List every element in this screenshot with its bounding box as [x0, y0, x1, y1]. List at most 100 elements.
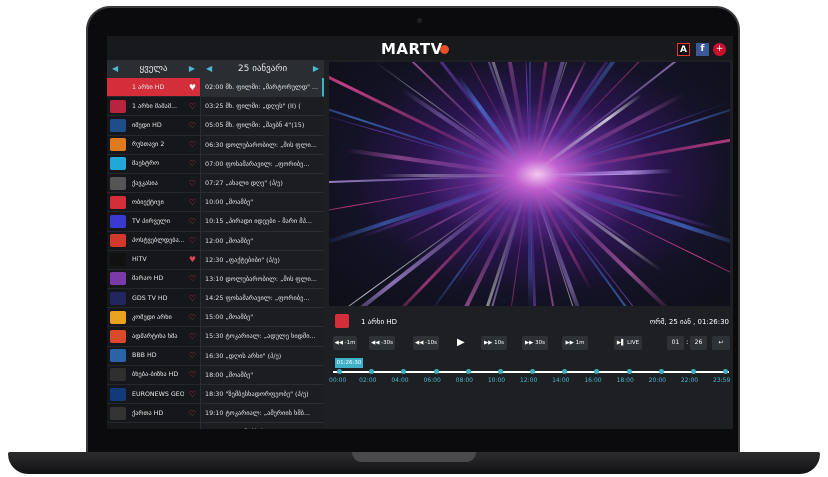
channel-filter-label[interactable]: ყველა — [140, 64, 168, 74]
facebook-icon[interactable]: f — [696, 43, 709, 56]
play-icon[interactable]: ▶ — [457, 337, 465, 348]
time-separator: : — [686, 338, 689, 346]
favorite-heart-icon[interactable]: ♡ — [189, 198, 196, 207]
favorite-heart-icon[interactable]: ♡ — [189, 179, 196, 188]
channel-row[interactable]: TV პირველი ♡ — [107, 212, 200, 232]
timeline-hour-label: 08:00 — [455, 377, 473, 384]
video-player[interactable] — [329, 62, 730, 306]
channel-row[interactable]: კომედი არხი ♡ — [107, 308, 200, 328]
epg-row[interactable]: 12:30 „ფაქტებიბი" (პ/ე) — [201, 251, 324, 270]
channel-row[interactable]: 1 არხი მამამ... ♡ — [107, 97, 200, 117]
channel-name: 1 არხი მამამ... — [132, 102, 178, 110]
timeline-hour-label: 16:00 — [584, 377, 602, 384]
channel-row[interactable]: ადმარტინა ხმა ♡ — [107, 327, 200, 347]
epg-row[interactable]: 10:15 „პირადი იდეები - მარი მპ... — [201, 212, 324, 232]
channel-logo-icon — [110, 349, 126, 363]
forward-10s-button[interactable]: ▶▶ 10s — [481, 336, 507, 350]
rewind-10s-button[interactable]: ◀◀ -10s — [413, 336, 439, 350]
channel-row[interactable]: პოსტვებლდება... ♡ — [107, 232, 200, 251]
channel-name: TV პირველი — [132, 217, 171, 225]
channel-row[interactable]: მარაო HD ♡ — [107, 270, 200, 290]
favorite-heart-icon[interactable]: ♡ — [189, 121, 196, 130]
favorite-heart-icon[interactable]: ♡ — [189, 332, 196, 341]
channel-logo-icon — [110, 330, 126, 344]
favorite-heart-icon[interactable]: ♡ — [189, 390, 196, 399]
channel-row[interactable]: რუსთავი 2 ♡ — [107, 136, 200, 155]
channel-name: ბნება-ბიზნა HD — [132, 371, 179, 379]
favorite-heart-icon[interactable]: ♡ — [189, 140, 196, 149]
martv-logo[interactable]: MARTV — [381, 40, 443, 58]
epg-row[interactable]: 06:30 დოლუბარობილ: „მის ფლი... — [201, 136, 324, 155]
channel-logo-icon — [110, 80, 126, 94]
channel-row[interactable]: BBB HD ♡ — [107, 347, 200, 366]
epg-row[interactable]: 07:00 ფოსამარავილ: „ფორიბე... — [201, 155, 324, 174]
favorite-heart-icon[interactable]: ♡ — [189, 236, 196, 245]
hour-input[interactable]: 01 — [667, 336, 684, 350]
epg-row[interactable]: 02:00 მხ. ფილმი: „მარტორულდ" ... — [201, 78, 324, 98]
epg-row[interactable]: 19:55 „ფილმიპბიბე" — [201, 423, 324, 429]
epg-row[interactable]: 18:00 „მოამბე" — [201, 366, 324, 385]
epg-row[interactable]: 07:27 „ახალი დღე" (პ/ე) — [201, 174, 324, 194]
timeline-tick — [658, 369, 664, 374]
channel-row[interactable]: EURONEWS GEO... ♡ — [107, 385, 200, 405]
channel-logo-icon — [110, 310, 126, 324]
epg-row[interactable]: 13:10 დოლუბარობილ: „მის ფლი... — [201, 270, 324, 290]
favorite-heart-icon[interactable]: ♡ — [189, 409, 196, 418]
favorite-heart-icon[interactable]: ♡ — [189, 294, 196, 303]
favorite-heart-icon[interactable]: ♡ — [189, 217, 196, 226]
epg-row[interactable]: 16:30 „დღის არხი" (პ/ე) — [201, 347, 324, 366]
chevron-right-icon[interactable]: ▶ — [313, 60, 319, 78]
epg-row[interactable]: 19:10 ტოკარიალ: „ამერიის ხმბ... — [201, 404, 324, 424]
favorite-heart-icon[interactable]: ♡ — [189, 274, 196, 283]
channel-logo-icon — [110, 406, 126, 420]
favorite-heart-icon[interactable]: ♥ — [189, 83, 196, 92]
favorite-heart-icon[interactable]: ♡ — [189, 102, 196, 111]
a-icon[interactable]: A — [677, 43, 690, 56]
chevron-left-icon[interactable]: ◀ — [112, 60, 118, 78]
timeline-tick — [690, 369, 696, 374]
epg-row[interactable]: 15:30 ტოკარიალ: „ადულე ხიდმი... — [201, 327, 324, 347]
epg-row[interactable]: 14:25 ფოსამარავილ: „ფორიბე... — [201, 289, 324, 309]
channel-logo-icon — [110, 368, 126, 382]
favorite-heart-icon[interactable]: ♡ — [189, 159, 196, 168]
favorite-heart-icon[interactable]: ♡ — [189, 313, 196, 322]
forward-1m-button[interactable]: ▶▶ 1m — [562, 336, 588, 350]
channel-logo-icon — [110, 253, 126, 267]
epg-row[interactable]: 05:05 მხ. ფილმი: „შავბნ 4"(15) — [201, 116, 324, 136]
channel-row[interactable]: HiTV ♥ — [107, 251, 200, 270]
timeline-hour-label: 23:59 — [713, 377, 731, 384]
favorite-heart-icon[interactable]: ♡ — [189, 370, 196, 379]
timeline-hour-label: 18:00 — [616, 377, 634, 384]
epg-row[interactable]: 10:00 „მოამბე" — [201, 193, 324, 213]
language-flag-icon[interactable]: + — [713, 43, 726, 56]
favorite-heart-icon[interactable]: ♥ — [189, 255, 196, 264]
channel-name: მაესტრო — [132, 160, 160, 168]
channel-row[interactable]: ბნება-ბიზნა HD ♡ — [107, 366, 200, 385]
timeline-tick — [562, 369, 568, 374]
go-back-icon[interactable]: ↩ — [712, 336, 730, 350]
channel-row[interactable]: ქართა HD ♡ — [107, 404, 200, 424]
timeline-hour-label: 14:00 — [552, 377, 570, 384]
rewind-30s-button[interactable]: ◀◀ -30s — [369, 336, 395, 350]
rewind-1m-button[interactable]: ◀◀ -1m — [333, 336, 357, 350]
top-bar: MARTV A f + — [107, 36, 733, 60]
channel-row[interactable]: ობიექტივი ♡ — [107, 193, 200, 213]
chevron-left-icon[interactable]: ◀ — [206, 60, 212, 78]
live-button[interactable]: ▶▌ LIVE — [614, 336, 642, 350]
epg-row[interactable]: 15:00 „მოამბე" — [201, 308, 324, 328]
channel-name: რუსთავი 2 — [132, 141, 165, 149]
forward-30s-button[interactable]: ▶▶ 30s — [522, 336, 548, 350]
timeline[interactable]: 01:26:30 00:00 02:00 04:00 06:00 08:00 10:00 1… — [329, 358, 733, 388]
chevron-right-icon[interactable]: ▶ — [189, 60, 195, 78]
favorite-heart-icon[interactable]: ♡ — [189, 351, 196, 360]
minute-input[interactable]: 26 — [690, 336, 707, 350]
epg-row[interactable]: 18:30 "ზემბესხადორფეობე" (პ/ე) — [201, 385, 324, 405]
epg-row[interactable]: 12:00 „მოამბე" — [201, 232, 324, 251]
channel-row[interactable]: მაესტრო ♡ — [107, 155, 200, 174]
epg-row[interactable]: 03:25 მხ. ფილმი: „დღეს" (II) ( — [201, 97, 324, 117]
now-playing-channel: 1 არხი HD — [361, 318, 397, 326]
channel-row[interactable]: იმედი HD ♡ — [107, 116, 200, 136]
channel-row[interactable]: 1 არხი HD ♥ — [107, 78, 200, 98]
channel-row[interactable]: ქავკასია ♡ — [107, 174, 200, 194]
channel-row[interactable]: GDS TV HD ♡ — [107, 289, 200, 309]
